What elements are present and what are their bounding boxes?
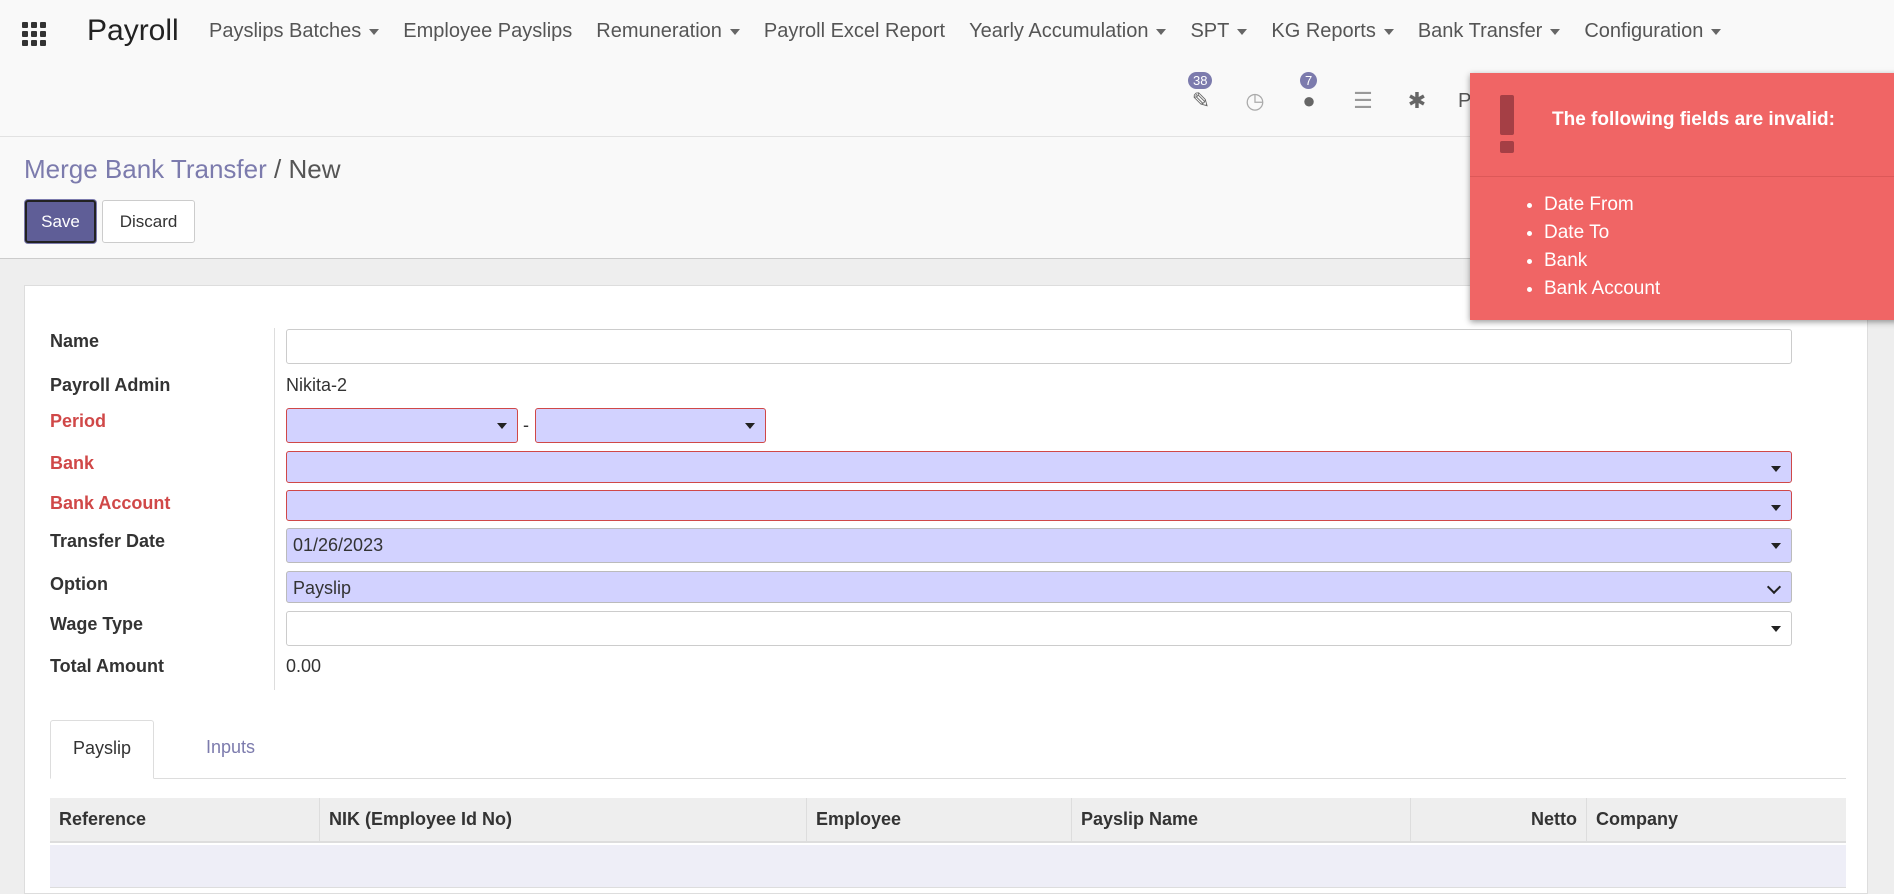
messages-badge: 7 bbox=[1300, 72, 1318, 89]
menu-spt[interactable]: SPT bbox=[1190, 20, 1248, 43]
menu-bank-transfer[interactable]: Bank Transfer bbox=[1418, 20, 1561, 43]
payroll-admin-value: Nikita-2 bbox=[286, 375, 348, 395]
notebook-tabs: Payslip Inputs bbox=[50, 720, 1846, 779]
name-input[interactable] bbox=[286, 329, 1792, 364]
messages-chat-icon[interactable]: ● 7 bbox=[1296, 72, 1322, 114]
option-select[interactable]: Payslip bbox=[286, 571, 1792, 603]
transfer-date-input[interactable]: 01/26/2023 bbox=[286, 528, 1792, 563]
discard-button[interactable]: Discard bbox=[102, 200, 195, 243]
column-nik[interactable]: NIK (Employee Id No) bbox=[320, 798, 807, 841]
main-menu: Payslips Batches Employee Payslips Remun… bbox=[209, 20, 1722, 43]
payroll-admin-label: Payroll Admin bbox=[50, 375, 171, 395]
list-icon[interactable]: ☰ bbox=[1350, 88, 1376, 114]
menu-employee-payslips[interactable]: Employee Payslips bbox=[403, 20, 572, 43]
breadcrumb: Merge Bank Transfer / New bbox=[24, 154, 341, 185]
notification-divider bbox=[1470, 176, 1894, 177]
breadcrumb-current: New bbox=[288, 154, 341, 184]
menu-payslips-batches[interactable]: Payslips Batches bbox=[209, 20, 380, 43]
bank-select[interactable] bbox=[286, 451, 1792, 483]
menu-yearly-accumulation[interactable]: Yearly Accumulation bbox=[969, 20, 1167, 43]
wage-type-label: Wage Type bbox=[50, 614, 144, 634]
menu-kg-reports[interactable]: KG Reports bbox=[1271, 20, 1394, 43]
caret-down-icon bbox=[1550, 28, 1561, 35]
column-netto[interactable]: Netto bbox=[1411, 798, 1587, 841]
invalid-field-item: Date To bbox=[1544, 219, 1660, 247]
bug-icon[interactable]: ✱ bbox=[1404, 88, 1430, 114]
caret-down-icon bbox=[1237, 28, 1248, 35]
exclamation-icon bbox=[1500, 95, 1514, 135]
column-payslip-name[interactable]: Payslip Name bbox=[1072, 798, 1411, 841]
menu-label: Employee Payslips bbox=[403, 20, 573, 42]
wage-type-select[interactable] bbox=[286, 611, 1792, 646]
bank-label: Bank bbox=[50, 453, 95, 473]
menu-label: Yearly Accumulation bbox=[969, 20, 1149, 42]
menu-label: Payslips Batches bbox=[209, 20, 362, 42]
caret-down-icon bbox=[369, 28, 380, 35]
invalid-field-item: Bank Account bbox=[1544, 275, 1660, 303]
label-divider bbox=[274, 328, 275, 690]
column-company[interactable]: Company bbox=[1587, 798, 1846, 841]
exclamation-dot bbox=[1500, 141, 1514, 153]
clock-icon[interactable]: ◷ bbox=[1242, 88, 1268, 114]
caret-down-icon bbox=[1156, 28, 1167, 35]
column-employee[interactable]: Employee bbox=[807, 798, 1072, 841]
notification-title: The following fields are invalid: bbox=[1552, 109, 1835, 130]
menu-remuneration[interactable]: Remuneration bbox=[596, 20, 740, 43]
app-title: Payroll bbox=[87, 14, 179, 47]
menu-label: Remuneration bbox=[596, 20, 722, 42]
menu-label: Configuration bbox=[1584, 20, 1704, 42]
invalid-field-item: Date From bbox=[1544, 191, 1660, 219]
column-reference[interactable]: Reference bbox=[50, 798, 320, 841]
breadcrumb-separator: / bbox=[274, 154, 282, 184]
bank-account-select[interactable] bbox=[286, 490, 1792, 521]
invalid-fields-notification: The following fields are invalid: Date F… bbox=[1470, 73, 1894, 320]
caret-down-icon bbox=[1383, 28, 1394, 35]
menu-label: KG Reports bbox=[1271, 20, 1376, 42]
caret-down-icon bbox=[1711, 28, 1722, 35]
bank-account-label: Bank Account bbox=[50, 493, 171, 513]
invalid-fields-list: Date From Date To Bank Bank Account bbox=[1544, 191, 1660, 303]
tab-inputs[interactable]: Inputs bbox=[184, 720, 277, 779]
tab-payslip[interactable]: Payslip bbox=[50, 720, 155, 779]
total-amount-label: Total Amount bbox=[50, 656, 164, 676]
table-empty-row bbox=[50, 845, 1846, 888]
menu-label: Payroll Excel Report bbox=[763, 20, 946, 42]
menu-label: Bank Transfer bbox=[1417, 20, 1543, 42]
menu-configuration[interactable]: Configuration bbox=[1584, 20, 1722, 43]
transfer-date-label: Transfer Date bbox=[50, 531, 166, 551]
menu-label: SPT bbox=[1190, 20, 1230, 42]
caret-down-icon bbox=[729, 28, 740, 35]
menu-payroll-excel-report[interactable]: Payroll Excel Report bbox=[764, 20, 945, 43]
period-to-input[interactable] bbox=[535, 408, 766, 443]
apps-menu-icon[interactable] bbox=[22, 22, 46, 46]
option-label: Option bbox=[50, 574, 108, 594]
activities-badge: 38 bbox=[1188, 72, 1213, 89]
name-label: Name bbox=[50, 331, 100, 351]
save-button[interactable]: Save bbox=[25, 200, 96, 243]
breadcrumb-parent-link[interactable]: Merge Bank Transfer bbox=[24, 154, 267, 184]
period-from-input[interactable] bbox=[286, 408, 518, 443]
table-header: Reference NIK (Employee Id No) Employee … bbox=[50, 798, 1846, 843]
total-amount-value: 0.00 bbox=[286, 656, 322, 676]
period-label: Period bbox=[50, 411, 107, 431]
period-separator: - bbox=[523, 415, 529, 435]
activities-edit-icon[interactable]: ✎ 38 bbox=[1188, 72, 1214, 114]
invalid-field-item: Bank bbox=[1544, 247, 1660, 275]
systray: ✎38 ◷ ●7 ☰ ✱ PT. S bbox=[1188, 72, 1506, 114]
